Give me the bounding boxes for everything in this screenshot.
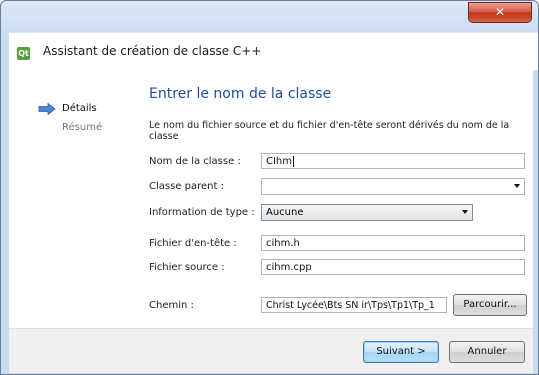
source-file-input[interactable]: cihm.cpp — [261, 259, 525, 275]
window-title: Assistant de création de classe C++ — [43, 44, 262, 58]
class-name-label: Nom de la classe : — [149, 156, 241, 167]
sidebar-item-details: Détails — [62, 103, 97, 114]
type-info-value: Aucune — [266, 207, 304, 218]
wizard-sidebar: Détails Résumé — [9, 70, 139, 328]
close-icon: ✕ — [494, 5, 506, 19]
title-bar[interactable]: ✕ — [1, 1, 538, 31]
header-file-input[interactable]: cihm.h — [261, 235, 525, 251]
chevron-down-icon — [462, 210, 468, 214]
next-button[interactable]: Suivant > — [363, 341, 439, 363]
class-name-value: CIhm — [266, 156, 293, 167]
parent-class-label: Classe parent : — [149, 181, 224, 192]
qt-creator-icon: Qt — [17, 47, 30, 60]
text-caret — [293, 155, 295, 167]
browse-button[interactable]: Parcourir... — [453, 294, 527, 316]
chevron-down-icon — [514, 184, 520, 188]
header-file-label: Fichier d'en-tête : — [149, 238, 237, 249]
close-button[interactable]: ✕ — [468, 2, 532, 23]
type-info-label: Information de type : — [149, 207, 255, 218]
wizard-window: ✕ Qt Assistant de création de classe C++… — [0, 0, 539, 375]
path-label: Chemin : — [149, 300, 194, 311]
current-step-arrow-icon — [38, 103, 56, 115]
path-input[interactable]: Christ Lycée\Bts SN ir\Tps\Tp1\Tp_1 — [261, 297, 447, 313]
page-title: Entrer le nom de la classe — [149, 86, 332, 102]
type-info-select[interactable]: Aucune — [261, 204, 473, 221]
source-file-label: Fichier source : — [149, 262, 225, 273]
wizard-content: Détails Résumé Entrer le nom de la class… — [9, 70, 533, 328]
wizard-footer: Suivant > Annuler — [9, 328, 533, 373]
page-description: Le nom du fichier source et du fichier d… — [149, 120, 510, 142]
class-name-input[interactable]: CIhm — [261, 153, 525, 169]
cancel-button[interactable]: Annuler — [449, 341, 525, 363]
parent-class-combo[interactable] — [261, 178, 525, 195]
wizard-header: Qt Assistant de création de classe C++ — [9, 32, 538, 70]
sidebar-item-summary: Résumé — [62, 122, 103, 133]
